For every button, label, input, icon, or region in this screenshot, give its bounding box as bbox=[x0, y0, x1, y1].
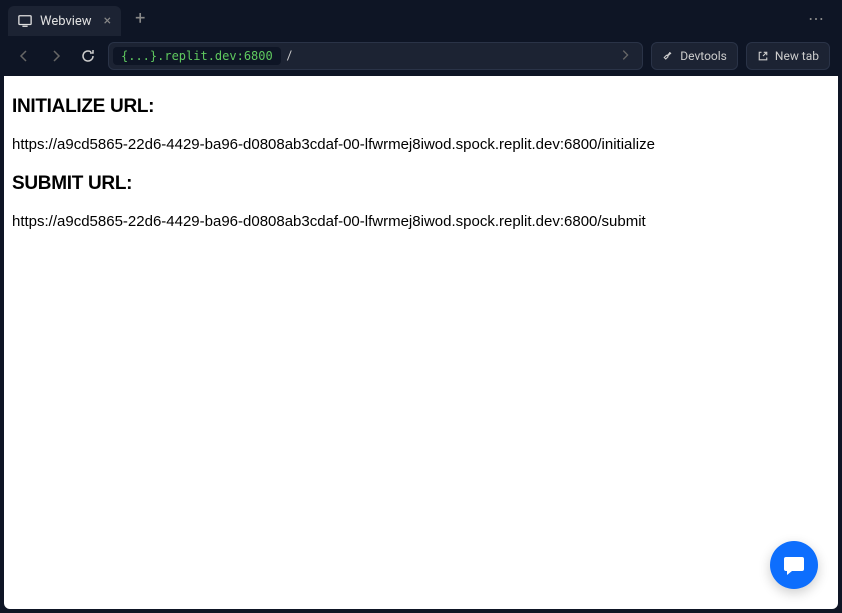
back-button[interactable] bbox=[12, 44, 36, 68]
heading-initialize: INITIALIZE URL: bbox=[12, 96, 830, 118]
new-tab-button-toolbar[interactable]: New tab bbox=[746, 42, 830, 70]
chat-icon bbox=[782, 553, 806, 577]
url-submit: https://a9cd5865-22d6-4429-ba96-d0808ab3… bbox=[12, 213, 830, 230]
window: Webview × + ⋯ {...}.replit.dev:6800 / bbox=[0, 0, 842, 613]
tab-webview[interactable]: Webview × bbox=[8, 6, 121, 36]
close-icon[interactable]: × bbox=[104, 13, 111, 29]
reload-button[interactable] bbox=[76, 44, 100, 68]
forward-button[interactable] bbox=[44, 44, 68, 68]
tab-bar: Webview × + ⋯ bbox=[0, 0, 842, 36]
toolbar: {...}.replit.dev:6800 / Devtools bbox=[0, 36, 842, 76]
devtools-label: Devtools bbox=[680, 49, 727, 63]
tab-title: Webview bbox=[40, 14, 92, 29]
new-tab-button[interactable]: + bbox=[127, 4, 153, 33]
content-viewport: INITIALIZE URL: https://a9cd5865-22d6-44… bbox=[4, 76, 838, 609]
url-bar[interactable]: {...}.replit.dev:6800 / bbox=[108, 42, 643, 70]
url-host: {...}.replit.dev:6800 bbox=[113, 47, 281, 65]
url-path: / bbox=[287, 49, 607, 64]
wrench-icon bbox=[662, 50, 674, 62]
more-menu-button[interactable]: ⋯ bbox=[800, 5, 834, 32]
url-initialize: https://a9cd5865-22d6-4429-ba96-d0808ab3… bbox=[12, 136, 830, 153]
new-tab-label: New tab bbox=[775, 49, 819, 63]
go-icon[interactable] bbox=[612, 47, 638, 66]
monitor-icon bbox=[18, 14, 32, 28]
devtools-button[interactable]: Devtools bbox=[651, 42, 738, 70]
external-link-icon bbox=[757, 50, 769, 62]
chat-bubble-button[interactable] bbox=[770, 541, 818, 589]
heading-submit: SUBMIT URL: bbox=[12, 173, 830, 195]
